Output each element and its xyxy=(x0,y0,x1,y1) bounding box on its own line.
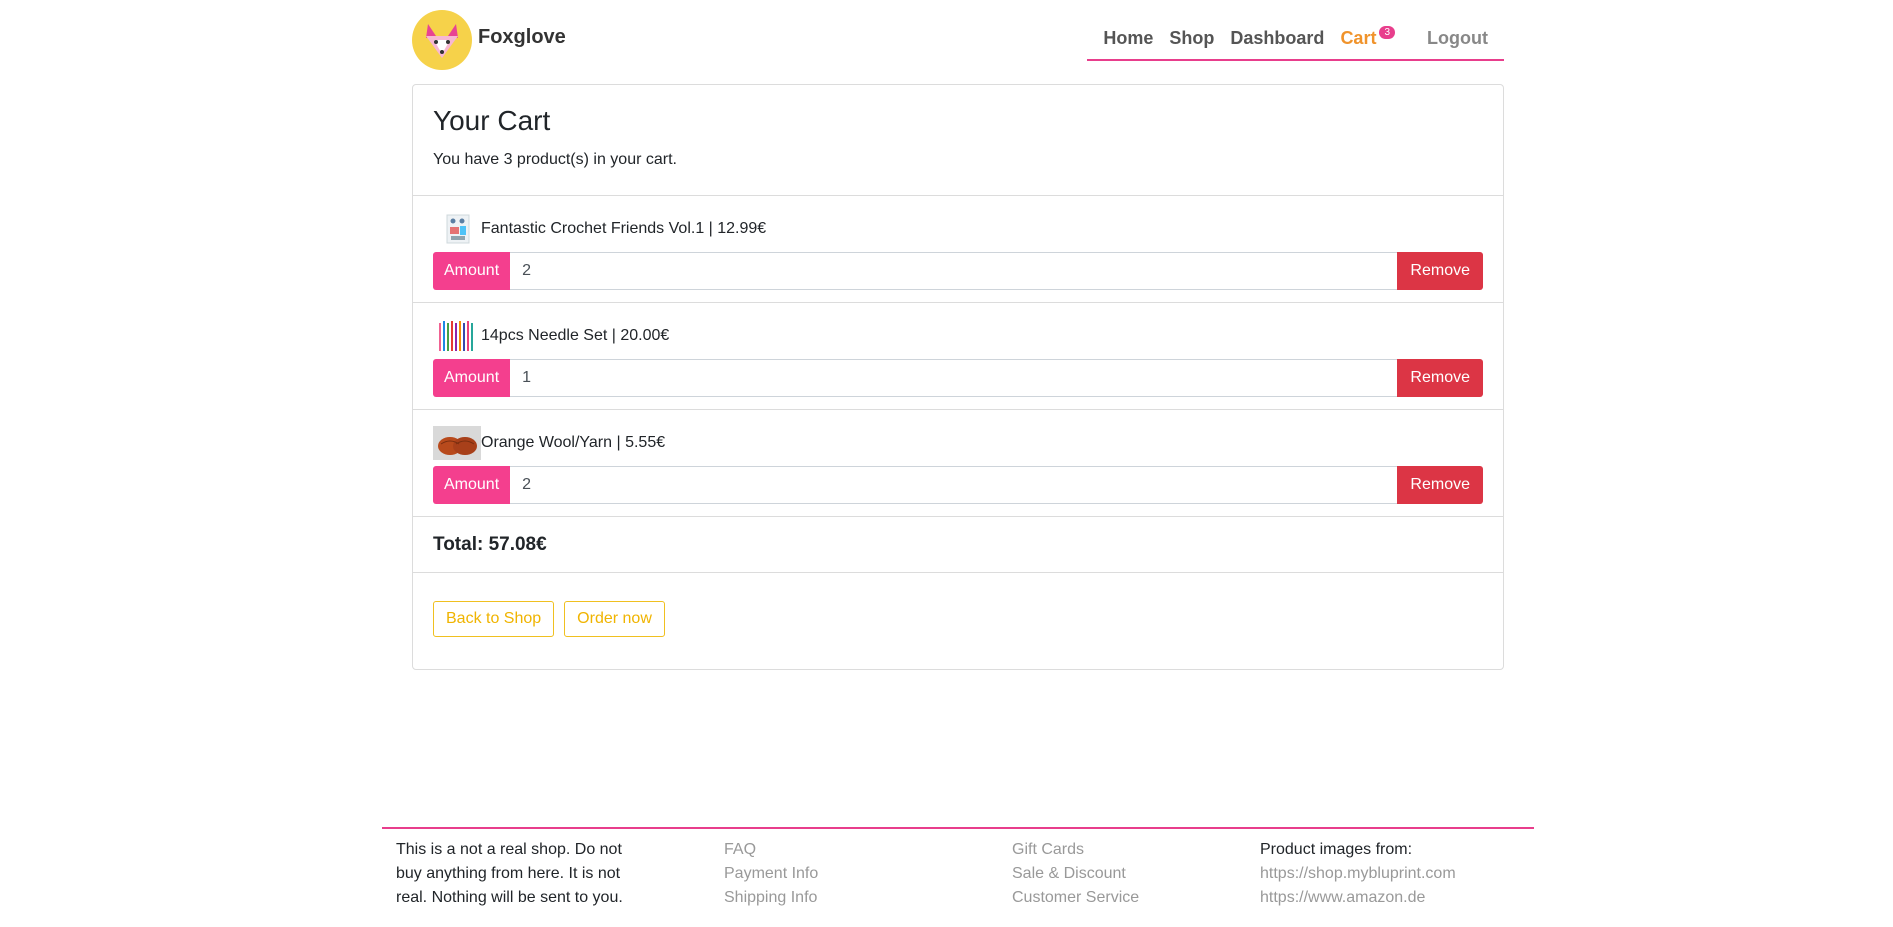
nav-dashboard[interactable]: Dashboard xyxy=(1230,28,1324,49)
cart-item-label: Fantastic Crochet Friends Vol.1 | 12.99€ xyxy=(481,220,767,237)
amount-label: Amount xyxy=(433,359,511,397)
footer-link-bluprint[interactable]: https://shop.mybluprint.com xyxy=(1260,862,1456,886)
amount-input-group: Amount Remove xyxy=(433,252,1483,290)
book-thumbnail-icon xyxy=(433,214,481,244)
fox-logo-icon xyxy=(412,10,472,70)
footer-link-customer-service[interactable]: Customer Service xyxy=(1012,886,1139,910)
footer-disclaimer: This is a not a real shop. Do not buy an… xyxy=(396,841,623,906)
cart-header: Your Cart You have 3 product(s) in your … xyxy=(413,85,1503,196)
amount-input[interactable] xyxy=(510,359,1398,397)
amount-input[interactable] xyxy=(510,252,1398,290)
brand-name: Foxglove xyxy=(478,25,566,48)
needles-thumbnail-icon xyxy=(433,319,481,353)
cart-item-title: Orange Wool/Yarn | 5.55€ xyxy=(433,426,1483,460)
amount-label: Amount xyxy=(433,252,511,290)
cart-item-title: 14pcs Needle Set | 20.00€ xyxy=(433,319,1483,353)
amount-input-group: Amount Remove xyxy=(433,466,1483,504)
brand[interactable]: Foxglove xyxy=(412,10,566,70)
yarn-thumbnail-icon xyxy=(433,426,481,460)
cart-card: Your Cart You have 3 product(s) in your … xyxy=(412,84,1504,670)
cart-total: Total: 57.08€ xyxy=(433,533,547,555)
footer-link-shipping[interactable]: Shipping Info xyxy=(724,886,818,910)
cart-item-title: Fantastic Crochet Friends Vol.1 | 12.99€ xyxy=(433,214,1483,244)
footer-link-gift-cards[interactable]: Gift Cards xyxy=(1012,838,1139,862)
footer-link-payment[interactable]: Payment Info xyxy=(724,862,818,886)
cart-count-badge: 3 xyxy=(1379,26,1396,39)
remove-button[interactable]: Remove xyxy=(1397,359,1483,397)
nav-cart[interactable]: Cart 3 xyxy=(1340,26,1396,49)
footer-link-amazon[interactable]: https://www.amazon.de xyxy=(1260,886,1456,910)
footer-image-credits: Product images from: https://shop.myblup… xyxy=(1260,838,1456,910)
nav-home[interactable]: Home xyxy=(1103,28,1153,49)
nav-logout[interactable]: Logout xyxy=(1427,28,1488,49)
footer-credits-title: Product images from: xyxy=(1260,841,1413,858)
cart-summary: You have 3 product(s) in your cart. xyxy=(433,151,677,168)
page-container: Foxglove Home Shop Dashboard Cart 3 Logou… xyxy=(412,0,1504,670)
header: Foxglove Home Shop Dashboard Cart 3 Logou… xyxy=(412,0,1504,80)
main-nav: Home Shop Dashboard Cart 3 Logout xyxy=(1087,20,1504,61)
footer-help-links: FAQ Payment Info Shipping Info xyxy=(724,838,818,910)
cart-item: Fantastic Crochet Friends Vol.1 | 12.99€… xyxy=(413,196,1503,303)
cart-item-label: 14pcs Needle Set | 20.00€ xyxy=(481,327,670,344)
order-now-button[interactable]: Order now xyxy=(564,601,665,637)
cart-item: Orange Wool/Yarn | 5.55€ Amount Remove xyxy=(413,410,1503,517)
nav-shop[interactable]: Shop xyxy=(1169,28,1214,49)
page-title: Your Cart xyxy=(433,105,551,136)
footer: This is a not a real shop. Do not buy an… xyxy=(382,827,1534,906)
amount-label: Amount xyxy=(433,466,511,504)
remove-button[interactable]: Remove xyxy=(1397,252,1483,290)
footer-service-links: Gift Cards Sale & Discount Customer Serv… xyxy=(1012,838,1139,910)
footer-link-faq[interactable]: FAQ xyxy=(724,838,818,862)
amount-input-group: Amount Remove xyxy=(433,359,1483,397)
cart-item-label: Orange Wool/Yarn | 5.55€ xyxy=(481,434,666,451)
remove-button[interactable]: Remove xyxy=(1397,466,1483,504)
footer-link-sale[interactable]: Sale & Discount xyxy=(1012,862,1139,886)
nav-cart-label: Cart xyxy=(1340,28,1377,48)
cart-total-row: Total: 57.08€ xyxy=(413,517,1503,573)
cart-item: 14pcs Needle Set | 20.00€ Amount Remove xyxy=(413,303,1503,410)
amount-input[interactable] xyxy=(510,466,1398,504)
back-to-shop-button[interactable]: Back to Shop xyxy=(433,601,555,637)
cart-actions: Back to Shop Order now xyxy=(413,573,1503,665)
